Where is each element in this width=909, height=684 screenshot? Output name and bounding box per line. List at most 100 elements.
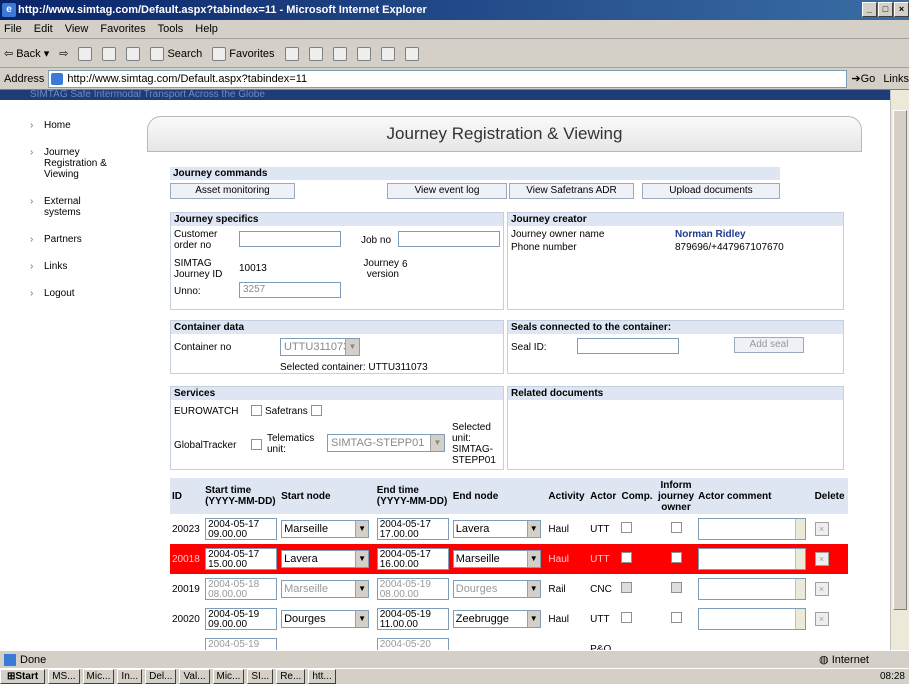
taskbar-item[interactable]: Del... — [145, 669, 177, 684]
home-icon[interactable] — [126, 46, 141, 61]
nav-journey[interactable]: › Journey Registration & Viewing — [30, 147, 140, 180]
end-time-input[interactable]: 2004-05-17 17.00.00 — [376, 518, 449, 540]
upload-documents-button[interactable]: Upload documents — [642, 183, 780, 199]
menu-file[interactable]: File — [4, 23, 22, 35]
scrollbar[interactable] — [795, 579, 806, 599]
menu-help[interactable]: Help — [195, 23, 218, 35]
start-time-input[interactable]: 2004-05-17 15.00.00 — [205, 548, 278, 570]
discuss-icon[interactable] — [380, 46, 395, 61]
globaltracker-checkbox[interactable] — [251, 439, 262, 450]
section-heading: Journey creator — [508, 213, 843, 226]
end-node-select[interactable]: Dourges ▼ — [452, 580, 541, 598]
nav-logout[interactable]: › Logout — [30, 288, 140, 299]
actor-comment-input[interactable] — [698, 608, 807, 630]
comp-checkbox[interactable] — [621, 552, 633, 563]
scrollbar[interactable] — [795, 609, 806, 629]
history-icon[interactable] — [284, 46, 299, 61]
menu-tools[interactable]: Tools — [158, 23, 184, 35]
start-node-select[interactable]: Marseille ▼ — [281, 520, 370, 538]
inform-checkbox[interactable] — [670, 612, 682, 623]
search-button[interactable]: Search — [150, 46, 202, 61]
close-button[interactable]: × — [894, 2, 909, 17]
end-time-input[interactable]: 2004-05-19 11.00.00 — [376, 608, 449, 630]
links-button[interactable]: Links — [883, 73, 909, 85]
col-activity: Activity — [546, 478, 589, 514]
container-no-label: Container no — [174, 342, 232, 353]
scrollbar-thumb[interactable] — [893, 110, 907, 610]
start-node-select[interactable]: Dourges ▼ — [281, 610, 370, 628]
inform-checkbox[interactable] — [670, 552, 682, 563]
unno-input[interactable]: 3257 — [239, 282, 341, 298]
taskbar-item[interactable]: In... — [117, 669, 143, 684]
favorites-button[interactable]: Favorites — [212, 46, 275, 61]
taskbar-item[interactable]: htt... — [308, 669, 336, 684]
seal-id-input[interactable] — [577, 338, 679, 354]
start-time-input[interactable]: 2004-05-19 — [205, 638, 278, 650]
end-node-select[interactable]: Lavera ▼ — [452, 520, 541, 538]
delete-button[interactable]: × — [814, 612, 829, 626]
end-time-input[interactable]: 2004-05-19 08.00.00 — [376, 578, 449, 600]
inform-checkbox[interactable] — [670, 522, 682, 533]
comp-checkbox[interactable] — [621, 582, 633, 593]
nav-external[interactable]: › External systems — [30, 196, 140, 218]
customer-order-input[interactable] — [239, 231, 341, 247]
taskbar-item[interactable]: Re... — [276, 669, 306, 684]
forward-button[interactable]: ⇨ — [59, 47, 68, 60]
end-time-input[interactable]: 2004-05-20 — [376, 638, 449, 650]
page-scrollbar[interactable] — [890, 90, 909, 650]
inform-checkbox[interactable] — [670, 582, 682, 593]
taskbar-item[interactable]: Mic... — [212, 669, 245, 684]
start-time-input[interactable]: 2004-05-19 09.00.00 — [205, 608, 278, 630]
view-event-log-button[interactable]: View event log — [387, 183, 507, 199]
start-node-select[interactable]: Marseille ▼ — [281, 580, 370, 598]
address-input[interactable]: http://www.simtag.com/Default.aspx?tabin… — [48, 69, 848, 88]
container-select[interactable]: UTTU311073 ▼ — [280, 338, 360, 356]
refresh-icon[interactable] — [102, 46, 117, 61]
asset-monitoring-button[interactable]: Asset monitoring — [170, 183, 295, 199]
actor-comment-input[interactable] — [698, 518, 807, 540]
taskbar-item[interactable]: Val... — [179, 669, 210, 684]
scrollbar[interactable] — [795, 549, 806, 569]
job-no-input[interactable] — [398, 231, 500, 247]
start-time-input[interactable]: 2004-05-18 08.00.00 — [205, 578, 278, 600]
go-button[interactable]: ➔Go — [851, 72, 875, 85]
actor-comment-input[interactable] — [698, 548, 807, 570]
chevron-down-icon: ▼ — [355, 581, 369, 597]
messenger-icon[interactable] — [404, 46, 419, 61]
taskbar-item[interactable]: SI... — [247, 669, 274, 684]
edit-icon[interactable] — [356, 46, 371, 61]
minimize-button[interactable]: _ — [862, 2, 877, 17]
menu-view[interactable]: View — [65, 23, 89, 35]
menu-edit[interactable]: Edit — [34, 23, 53, 35]
menu-favorites[interactable]: Favorites — [100, 23, 145, 35]
nav-home[interactable]: › Home — [30, 120, 140, 131]
maximize-button[interactable]: □ — [878, 2, 893, 17]
delete-button[interactable]: × — [814, 582, 829, 596]
start-button[interactable]: ⊞Start — [0, 669, 46, 684]
actor-comment-input[interactable] — [698, 578, 807, 600]
add-seal-button[interactable]: Add seal — [734, 337, 804, 353]
scrollbar[interactable] — [795, 519, 806, 539]
delete-button[interactable]: × — [814, 552, 829, 566]
nav-links[interactable]: › Links — [30, 261, 140, 272]
safetrans-checkbox[interactable] — [311, 405, 322, 416]
nav-partners[interactable]: › Partners — [30, 234, 140, 245]
start-node-select[interactable]: Lavera ▼ — [281, 550, 370, 568]
delete-button[interactable]: × — [814, 522, 829, 536]
eurowatch-checkbox[interactable] — [251, 405, 262, 416]
taskbar-item[interactable]: MS... — [48, 669, 80, 684]
telematics-select[interactable]: SIMTAG-STEPP01 ▼ — [327, 434, 445, 452]
taskbar-item[interactable]: Mic... — [82, 669, 115, 684]
print-icon[interactable] — [332, 46, 347, 61]
end-node-select[interactable]: Marseille ▼ — [452, 550, 541, 568]
comp-checkbox[interactable] — [621, 522, 633, 533]
end-node-select[interactable]: Zeebrugge ▼ — [452, 610, 541, 628]
stop-icon[interactable] — [78, 46, 93, 61]
journey-commands: Journey commands — [170, 167, 780, 180]
view-safetrans-button[interactable]: View Safetrans ADR — [509, 183, 634, 199]
back-button[interactable]: ⇦ Back ▾ — [4, 47, 49, 61]
end-time-input[interactable]: 2004-05-17 16.00.00 — [376, 548, 449, 570]
start-time-input[interactable]: 2004-05-17 09.00.00 — [205, 518, 278, 540]
mail-icon[interactable] — [308, 46, 323, 61]
comp-checkbox[interactable] — [621, 612, 633, 623]
